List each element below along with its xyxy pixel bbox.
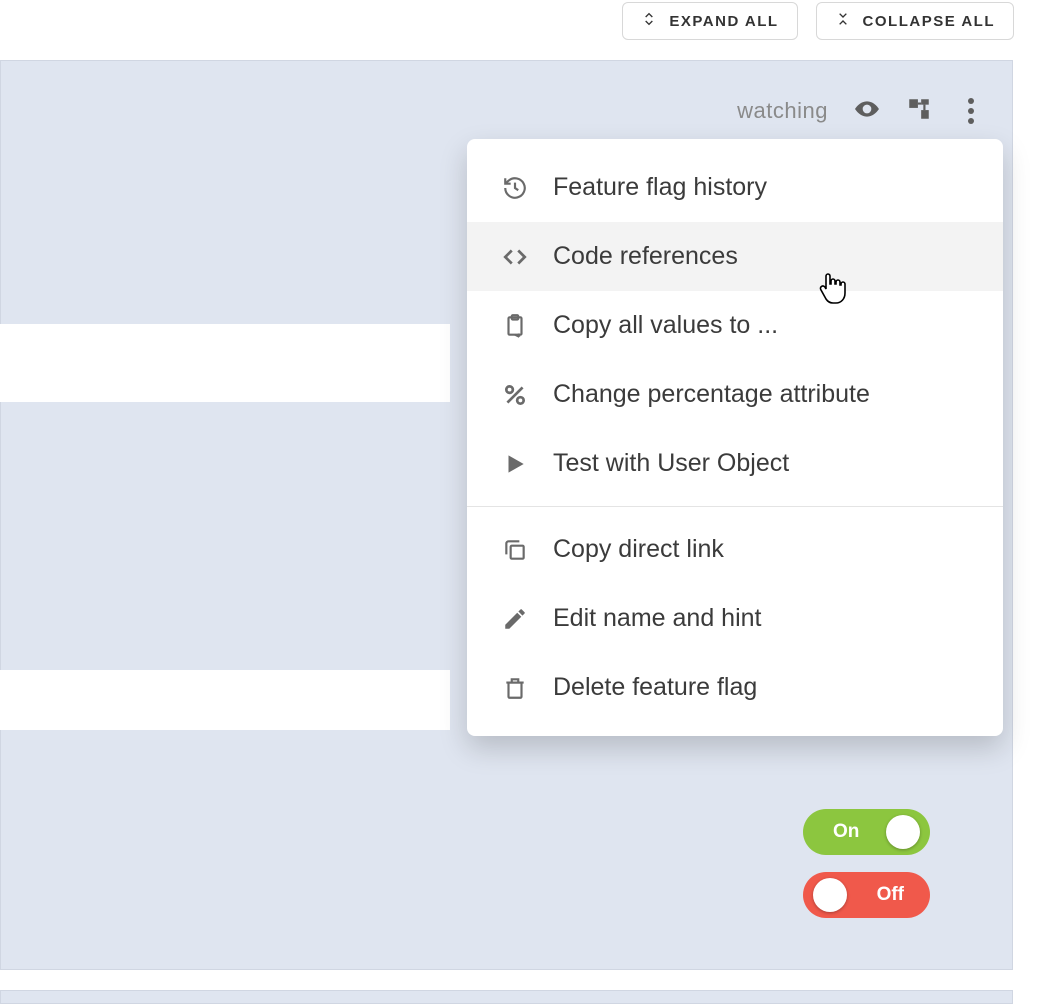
expand-icon xyxy=(641,11,657,31)
history-icon xyxy=(501,174,529,202)
menu-item-copy-link[interactable]: Copy direct link xyxy=(467,515,1003,584)
panel-strip xyxy=(0,990,1013,1004)
toggle-off-label: Off xyxy=(877,884,904,906)
menu-item-label: Feature flag history xyxy=(553,173,767,202)
menu-item-label: Test with User Object xyxy=(553,449,789,478)
watching-label: watching xyxy=(737,98,828,124)
menu-item-label: Copy direct link xyxy=(553,535,724,564)
row-strip xyxy=(0,670,450,730)
expand-all-button[interactable]: EXPAND ALL xyxy=(622,2,797,40)
eye-icon[interactable] xyxy=(854,96,880,127)
menu-item-label: Copy all values to ... xyxy=(553,311,778,340)
play-icon xyxy=(501,450,529,478)
clipboard-icon xyxy=(501,312,529,340)
menu-item-test-user[interactable]: Test with User Object xyxy=(467,429,1003,498)
row-strip xyxy=(0,324,450,402)
toggle-on-label: On xyxy=(833,821,859,843)
menu-item-label: Code references xyxy=(553,242,738,271)
menu-item-change-percentage[interactable]: Change percentage attribute xyxy=(467,360,1003,429)
menu-item-edit-name[interactable]: Edit name and hint xyxy=(467,584,1003,653)
toggle-knob xyxy=(886,815,920,849)
menu-item-history[interactable]: Feature flag history xyxy=(467,153,1003,222)
pencil-icon xyxy=(501,605,529,633)
menu-item-label: Delete feature flag xyxy=(553,673,757,702)
copy-link-icon xyxy=(501,536,529,564)
collapse-all-button[interactable]: COLLAPSE ALL xyxy=(816,2,1014,40)
menu-item-code-references[interactable]: Code references xyxy=(467,222,1003,291)
menu-item-label: Change percentage attribute xyxy=(553,380,870,409)
toggle-on[interactable]: On xyxy=(803,809,930,855)
menu-separator xyxy=(467,506,1003,507)
percent-icon xyxy=(501,381,529,409)
code-icon xyxy=(501,243,529,271)
trash-icon xyxy=(501,674,529,702)
menu-item-delete-flag[interactable]: Delete feature flag xyxy=(467,653,1003,722)
toggle-knob xyxy=(813,878,847,912)
menu-item-copy-values[interactable]: Copy all values to ... xyxy=(467,291,1003,360)
collapse-all-label: COLLAPSE ALL xyxy=(863,13,995,30)
collapse-icon xyxy=(835,11,851,31)
toggle-off[interactable]: Off xyxy=(803,872,930,918)
expand-all-label: EXPAND ALL xyxy=(669,13,778,30)
more-menu-button[interactable] xyxy=(958,92,984,130)
hierarchy-icon[interactable] xyxy=(906,96,932,127)
flag-actions-menu: Feature flag history Code references Cop… xyxy=(467,139,1003,736)
menu-item-label: Edit name and hint xyxy=(553,604,761,633)
